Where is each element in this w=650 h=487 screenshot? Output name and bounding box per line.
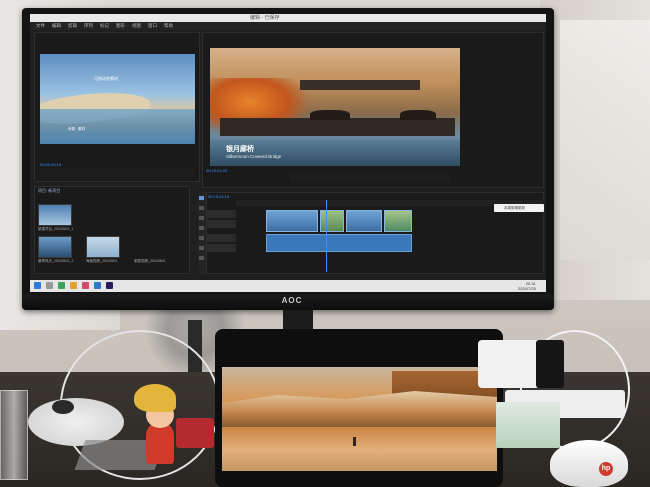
selection-tool-icon[interactable] — [199, 196, 204, 200]
power-plug — [536, 340, 564, 388]
thumbnail-label: 海景视频_20240601 — [86, 259, 118, 263]
menu-item[interactable]: 窗口 — [148, 22, 157, 30]
project-tab[interactable]: 项目: 新项目 — [38, 188, 60, 194]
program-subtitle: Silbermoon Covered Bridge — [226, 154, 282, 159]
ripple-edit-icon[interactable] — [199, 216, 204, 220]
program-title: 银月廊桥 — [226, 146, 254, 153]
pavilion-roof — [400, 110, 436, 120]
source-preview: 可视动态素材 来源 · 素材 — [40, 54, 195, 144]
thumbnail[interactable] — [38, 204, 72, 226]
update-notice-text: 本周剪辑更新 — [504, 206, 525, 210]
tablet-screen — [222, 367, 497, 471]
window-glow — [560, 20, 650, 260]
lower-bridge — [220, 118, 455, 136]
figurine-body — [146, 424, 174, 464]
browser-icon[interactable] — [94, 282, 101, 289]
figurine-suitcase — [176, 418, 214, 448]
thumbnail[interactable] — [38, 236, 72, 258]
menu-item[interactable]: 文件 — [36, 22, 45, 30]
app-icon[interactable] — [58, 282, 65, 289]
video-clip[interactable] — [346, 210, 382, 232]
hand-icon[interactable] — [199, 246, 204, 250]
video-track-header[interactable] — [206, 210, 236, 218]
walking-person — [353, 437, 356, 446]
start-icon[interactable] — [34, 282, 41, 289]
premiere-icon[interactable] — [106, 282, 113, 289]
folder-icon[interactable] — [70, 282, 77, 289]
monitor-screen: 编辑 - 已保存 文件 编辑 剪辑 序列 标记 图形 视图 窗口 帮助 可视动态… — [30, 14, 546, 292]
source-timecode: 00:00:43:19 — [40, 162, 62, 167]
sea-shape — [40, 109, 195, 144]
thumbnail[interactable] — [86, 236, 120, 258]
tools-panel — [198, 192, 206, 274]
clock-date: 2024/7/25 — [518, 286, 536, 291]
menu-item[interactable]: 剪辑 — [68, 22, 77, 30]
pavilion-roof — [310, 110, 350, 120]
menu-item[interactable]: 序列 — [84, 22, 93, 30]
menu-item[interactable]: 编辑 — [52, 22, 61, 30]
menu-item[interactable]: 视图 — [132, 22, 141, 30]
hp-logo-icon: hp — [599, 462, 613, 476]
video-clip[interactable] — [320, 210, 344, 232]
program-timecode: 00:15:24:03 — [206, 168, 228, 173]
power-strip — [478, 340, 540, 388]
video-track-header[interactable] — [206, 220, 236, 228]
audio-track-header[interactable] — [206, 244, 236, 252]
playhead[interactable] — [326, 200, 327, 272]
thumbnail-label: 新建项目_20240601_1 — [38, 227, 74, 231]
type-icon[interactable] — [199, 256, 204, 260]
green-package — [496, 402, 560, 448]
program-transport[interactable] — [290, 174, 450, 182]
source-transport[interactable] — [40, 169, 195, 177]
pen-icon[interactable] — [199, 236, 204, 240]
white-disc-stand — [28, 398, 124, 446]
menu-item[interactable]: 帮助 — [164, 22, 173, 30]
thumbnail-label: 家庭视频_20240601 — [134, 259, 166, 263]
menu-item[interactable]: 标记 — [100, 22, 109, 30]
source-caption: 可视动态素材 — [94, 76, 118, 81]
thumbnail-label: 春季风光_20240601_2 — [38, 259, 74, 263]
monitor-brand-logo: AOC — [281, 296, 303, 305]
audio-clip[interactable] — [266, 234, 412, 252]
search-icon[interactable] — [46, 282, 53, 289]
taskbar-clock: 20:31 2024/7/25 — [518, 281, 536, 291]
video-clip[interactable] — [384, 210, 412, 232]
track-select-icon[interactable] — [199, 206, 204, 210]
timeline-timecode: 00:15:24:15 — [208, 194, 230, 199]
audio-track-header[interactable] — [206, 234, 236, 242]
computer-mouse[interactable] — [550, 440, 628, 487]
app-titlebar — [30, 14, 546, 22]
drinking-glass — [0, 390, 28, 480]
app-icon[interactable] — [82, 282, 89, 289]
stand-knob — [52, 400, 74, 414]
video-clip[interactable] — [266, 210, 318, 232]
upper-bridge — [300, 80, 420, 90]
menu-item[interactable]: 图形 — [116, 22, 125, 30]
window-title: 编辑 - 已保存 — [250, 15, 280, 21]
source-caption-2: 来源 · 素材 — [68, 127, 86, 131]
razor-icon[interactable] — [199, 226, 204, 230]
figurine-hat — [134, 384, 176, 412]
program-preview: 银月廊桥 Silbermoon Covered Bridge — [210, 48, 460, 166]
